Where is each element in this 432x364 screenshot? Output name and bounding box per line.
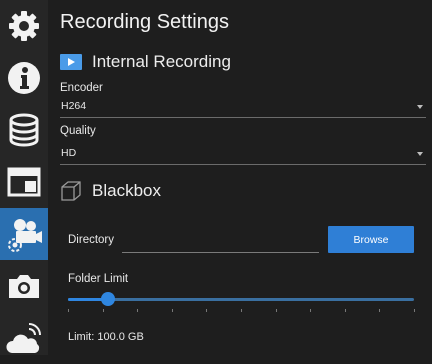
quality-select[interactable]: HD xyxy=(60,144,426,165)
chevron-down-icon xyxy=(417,105,423,109)
page-title: Recording Settings xyxy=(60,11,229,33)
cloud-broadcast-icon xyxy=(6,323,41,353)
slider-tick xyxy=(345,309,346,312)
blackbox-header: Blackbox xyxy=(60,180,161,202)
slider-tick xyxy=(206,309,207,312)
sidebar-item-settings[interactable] xyxy=(0,0,48,52)
folder-limit-slider[interactable] xyxy=(68,292,415,314)
encoder-label: Encoder xyxy=(60,82,103,94)
chevron-down-icon xyxy=(417,152,423,156)
sidebar-item-layout[interactable] xyxy=(0,156,48,208)
folder-limit-label: Folder Limit xyxy=(68,273,129,285)
browse-button[interactable]: Browse xyxy=(328,226,414,253)
slider-thumb[interactable] xyxy=(101,292,115,306)
internal-recording-header: Internal Recording xyxy=(60,52,231,72)
encoder-select[interactable]: H264 xyxy=(60,97,426,118)
slider-tick xyxy=(137,309,138,312)
slider-tick xyxy=(241,309,242,312)
sidebar xyxy=(0,0,48,355)
layout-icon xyxy=(7,167,41,197)
gear-icon xyxy=(9,11,39,41)
database-icon xyxy=(9,113,39,147)
quality-value: HD xyxy=(61,147,77,159)
slider-tick xyxy=(276,309,277,312)
slider-tick xyxy=(379,309,380,312)
play-icon xyxy=(60,54,82,70)
encoder-value: H264 xyxy=(61,100,87,112)
info-icon xyxy=(8,62,40,94)
sidebar-item-snapshot[interactable] xyxy=(0,260,48,312)
camera-settings-icon xyxy=(8,219,42,252)
slider-tick xyxy=(68,309,69,312)
limit-readout: Limit: 100.0 GB xyxy=(68,331,144,343)
sidebar-item-streaming[interactable] xyxy=(0,312,48,364)
box-icon xyxy=(61,181,81,201)
slider-ticks xyxy=(68,309,415,312)
blackbox-heading: Blackbox xyxy=(92,181,161,200)
camera-icon xyxy=(9,275,39,298)
sidebar-item-storage[interactable] xyxy=(0,104,48,156)
sidebar-item-recording[interactable] xyxy=(0,208,48,260)
slider-track xyxy=(68,298,414,301)
slider-tick xyxy=(103,309,104,312)
slider-tick xyxy=(172,309,173,312)
quality-label: Quality xyxy=(60,125,96,137)
sidebar-item-info[interactable] xyxy=(0,52,48,104)
slider-tick xyxy=(414,309,415,312)
internal-recording-heading: Internal Recording xyxy=(92,52,231,71)
slider-tick xyxy=(310,309,311,312)
directory-label: Directory xyxy=(68,234,115,246)
directory-field[interactable] xyxy=(122,230,319,253)
